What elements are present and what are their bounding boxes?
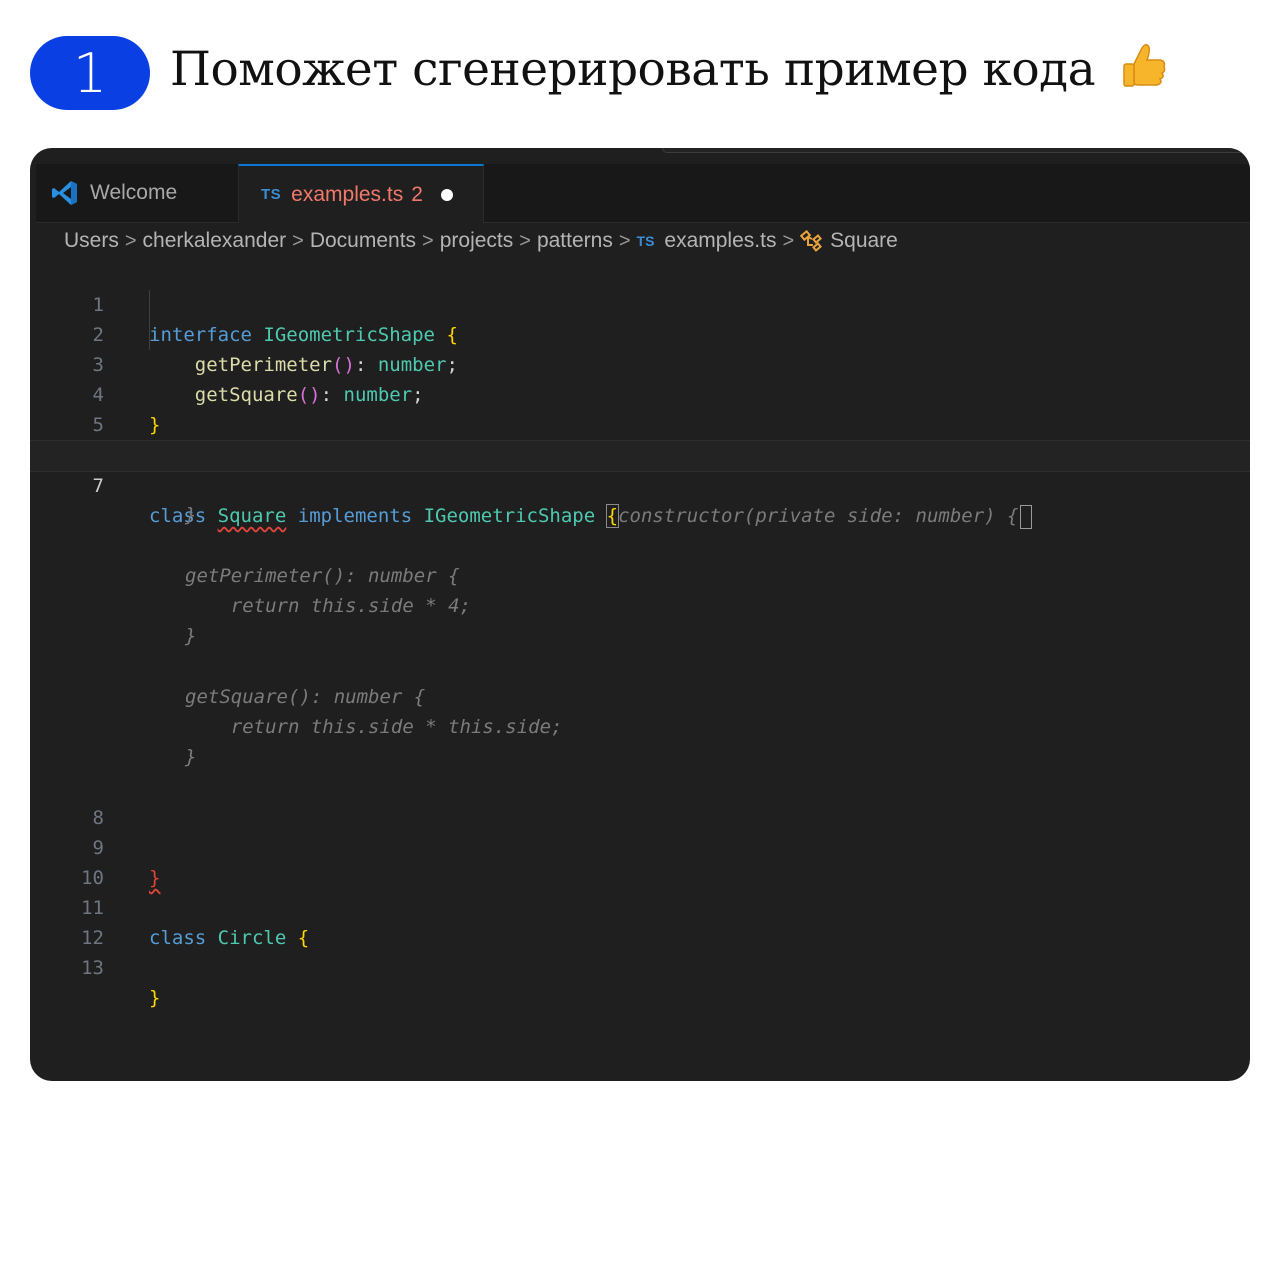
brace: }	[149, 987, 161, 1009]
code-line: 13 }	[30, 923, 1250, 1009]
breadcrumb-item-square[interactable]: Square	[830, 229, 898, 253]
vscode-editor-window: Welcome TS examples.ts 2 Users > cherkal…	[30, 148, 1250, 1081]
slide-heading: 1 Поможет сгенерировать пример кода	[30, 36, 1166, 110]
chevron-right-icon: >	[292, 229, 304, 252]
breadcrumb-item-examples-ts[interactable]: examples.ts	[664, 229, 776, 253]
breadcrumb-item-patterns[interactable]: patterns	[537, 229, 613, 253]
tab-examples-ts-label: examples.ts	[291, 182, 404, 206]
ghost-line: }	[30, 712, 1250, 768]
brace-match: {	[605, 504, 620, 528]
heading-title: Поможет сгенерировать пример кода	[170, 42, 1096, 97]
class-name-error: Square	[217, 505, 287, 527]
chevron-right-icon: >	[124, 229, 137, 252]
tab-welcome[interactable]: Welcome	[36, 164, 238, 222]
unsaved-changes-dot-icon[interactable]	[440, 188, 453, 201]
thumbs-up-icon	[1120, 42, 1166, 104]
ghost-line: getSquare(): number {	[30, 652, 1250, 708]
keyword: class	[149, 505, 207, 527]
tab-examples-ts[interactable]: TS examples.ts 2	[238, 164, 484, 223]
step-number-badge: 1	[30, 36, 150, 110]
code-line: 10	[30, 833, 1250, 889]
ai-suggestion-ghost-text: }	[185, 746, 197, 768]
problems-count: 2	[411, 182, 423, 206]
code-line: 4 }	[30, 350, 1250, 436]
breadcrumb-item-documents[interactable]: Documents	[310, 229, 416, 253]
ghost-line: return this.side * 4;	[30, 561, 1250, 617]
keyword: implements	[297, 505, 413, 527]
type-name: IGeometricShape	[423, 505, 596, 527]
ai-suggestion-ghost-text: constructor(private side: number) {	[618, 505, 1019, 527]
code-line: 8	[30, 773, 1250, 829]
breadcrumb-item-projects[interactable]: projects	[440, 229, 514, 253]
code-line: 3 getSquare(): number;	[30, 320, 1250, 406]
line-number: 13	[81, 957, 104, 979]
code-line: 5	[30, 380, 1250, 436]
ghost-line: return this.side * this.side;	[30, 682, 1250, 738]
ghost-line: }	[30, 470, 1250, 526]
code-line: 2 getPerimeter(): number;	[30, 290, 1250, 376]
breadcrumb-item-users[interactable]: Users	[64, 229, 119, 253]
tab-bar: Welcome TS examples.ts 2	[36, 164, 1250, 223]
typescript-file-icon: TS	[636, 233, 655, 249]
code-line: 11 class Circle {	[30, 863, 1250, 949]
breadcrumb-item-cherkalexander[interactable]: cherkalexander	[143, 229, 287, 253]
chevron-right-icon: >	[519, 229, 531, 252]
tab-welcome-label: Welcome	[90, 181, 178, 204]
window-top-strip	[662, 148, 1250, 153]
code-line: 6	[30, 410, 1250, 466]
heading-text: Поможет сгенерировать пример кода	[170, 42, 1166, 104]
code-line: 12	[30, 893, 1250, 949]
vscode-logo-icon	[52, 180, 78, 206]
ghost-line: getPerimeter(): number {	[30, 531, 1250, 587]
typescript-file-icon: TS	[261, 186, 282, 203]
ai-suggestion-ghost-text: }	[185, 504, 197, 526]
code-line: 1 interface IGeometricShape {	[30, 260, 1250, 346]
code-line: 9 }	[30, 803, 1250, 889]
chevron-right-icon: >	[618, 229, 631, 252]
current-code-line: 7 class Square implements IGeometricShap…	[30, 440, 1250, 529]
ghost-line: }	[30, 591, 1250, 647]
ai-suggestion-ghost-text: }	[185, 625, 197, 647]
text-cursor	[1020, 504, 1033, 529]
breadcrumb: Users > cherkalexander > Documents > pro…	[64, 228, 898, 254]
class-symbol-icon	[800, 230, 824, 252]
chevron-right-icon: >	[782, 229, 795, 252]
chevron-right-icon: >	[422, 229, 434, 252]
